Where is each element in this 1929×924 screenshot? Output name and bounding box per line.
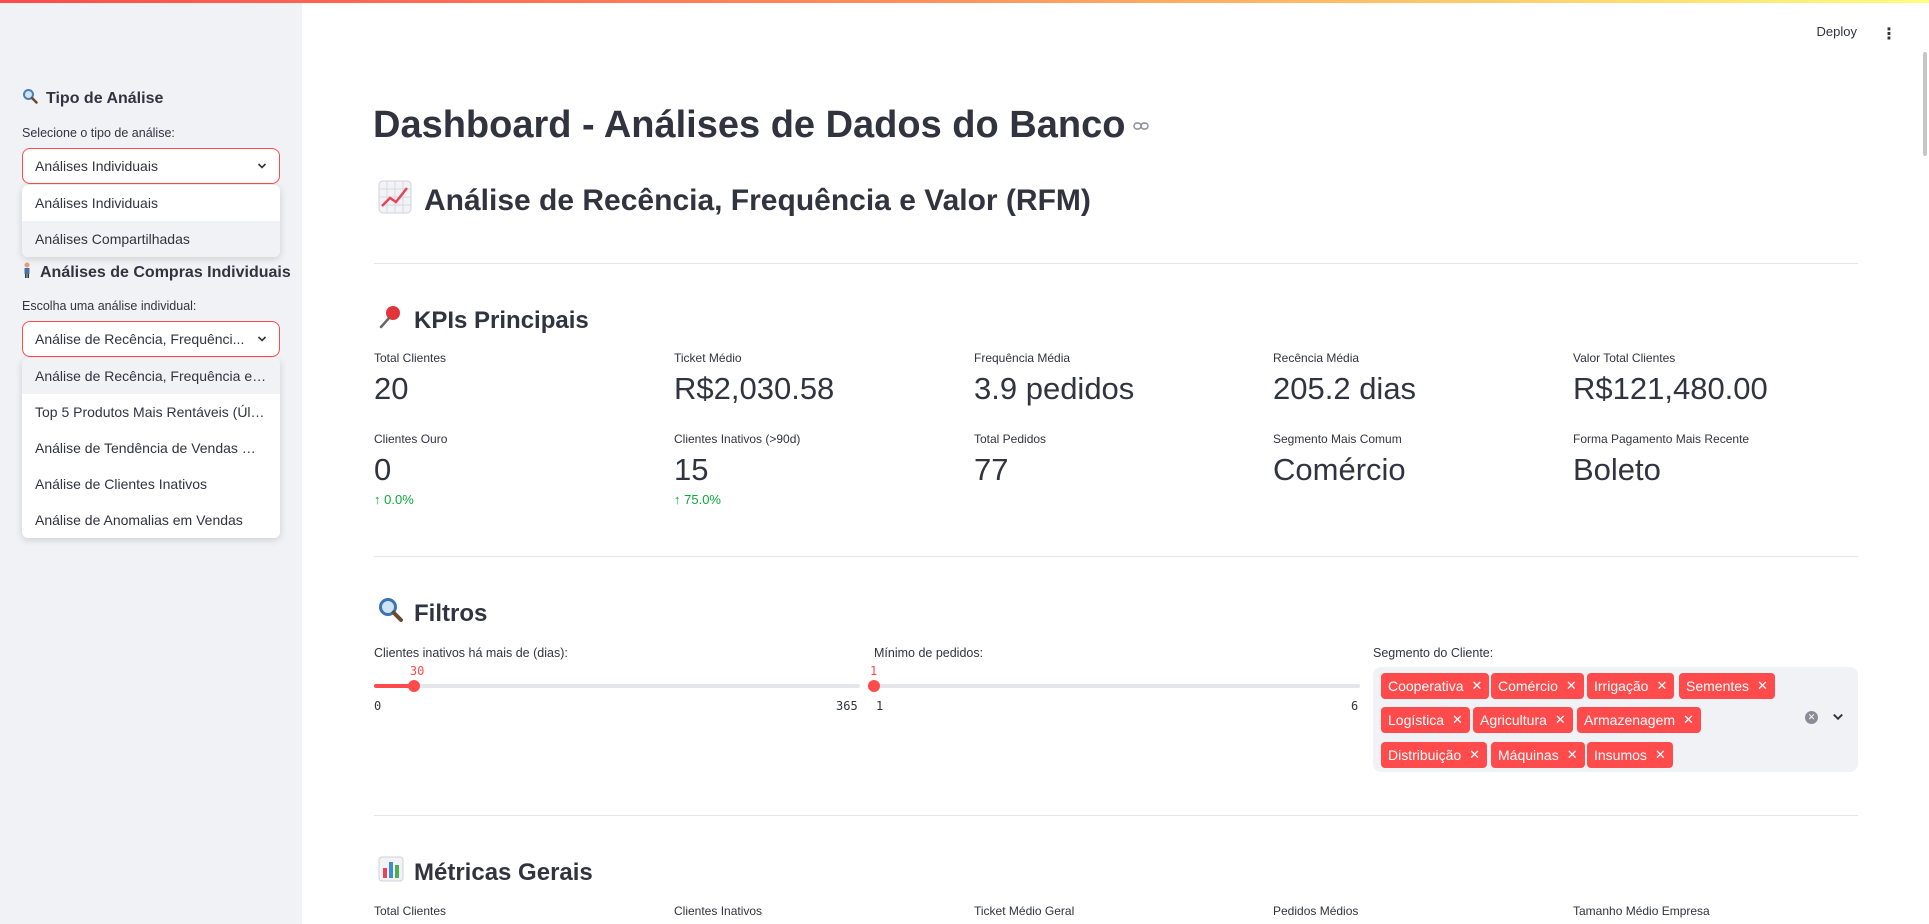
metrics-heading: Métricas Gerais	[378, 856, 593, 889]
arrow-up-icon: ↑	[374, 492, 381, 507]
individual-analysis-dropdown: Análise de Recência, Frequência e V... T…	[22, 358, 280, 538]
analysis-type-select[interactable]: Análises Individuais	[22, 148, 280, 184]
individual-analysis-label: Escolha uma análise individual:	[22, 299, 197, 313]
kpi-total-clientes: Total Clientes 20	[374, 351, 447, 406]
dropdown-option[interactable]: Análise de Clientes Inativos	[22, 466, 280, 502]
slider-min: 1	[876, 699, 884, 713]
segment-tag[interactable]: Sementes ✕	[1679, 673, 1775, 699]
close-icon[interactable]: ✕	[1757, 678, 1768, 694]
close-icon[interactable]: ✕	[1566, 678, 1577, 694]
close-icon[interactable]: ✕	[1655, 747, 1666, 763]
magnifier-icon	[378, 597, 404, 630]
pushpin-icon	[378, 304, 404, 337]
bar-chart-icon	[378, 856, 404, 889]
min-orders-slider-thumb[interactable]	[868, 680, 880, 692]
segment-tag[interactable]: Distribuição ✕	[1381, 742, 1488, 768]
divider	[374, 815, 1858, 816]
sidebar: Tipo de Análise Selecione o tipo de anál…	[0, 0, 302, 924]
deploy-button[interactable]: Deploy	[1817, 24, 1857, 39]
chevron-down-icon[interactable]	[1832, 711, 1844, 723]
kpi-total-pedidos: Total Pedidos 77	[974, 432, 1047, 487]
segment-tag[interactable]: Comércio ✕	[1491, 673, 1584, 699]
analysis-type-label: Selecione o tipo de análise:	[22, 126, 175, 140]
segment-tag[interactable]: Armazenagem ✕	[1577, 707, 1701, 733]
min-orders-slider-track[interactable]	[874, 684, 1360, 688]
close-icon[interactable]: ✕	[1472, 678, 1483, 694]
inactive-days-slider-thumb[interactable]	[407, 680, 420, 692]
segment-multiselect[interactable]: Cooperativa ✕ Comércio ✕ Irrigação ✕ Sement…	[1373, 667, 1858, 772]
dropdown-option[interactable]: Análise de Anomalias em Vendas	[22, 502, 280, 538]
analysis-type-heading: Tipo de Análise	[22, 88, 163, 109]
dropdown-option[interactable]: Análise de Tendência de Vendas Me...	[22, 430, 280, 466]
magnifier-icon	[22, 88, 38, 109]
individual-analysis-heading: Análises de Compras Individuais	[22, 262, 291, 283]
kpi-forma-pagamento: Forma Pagamento Mais Recente Boleto	[1573, 432, 1750, 487]
delta-up: ↑ 0.0%	[374, 492, 414, 507]
segment-tag[interactable]: Insumos ✕	[1587, 742, 1673, 768]
top-decoration-bar	[0, 0, 1929, 3]
arrow-up-icon: ↑	[674, 492, 681, 507]
segment-tag[interactable]: Logística ✕	[1381, 707, 1470, 733]
main-menu-icon[interactable]: ⋮	[1881, 24, 1897, 44]
close-icon[interactable]: ✕	[1469, 747, 1480, 763]
inactive-days-label: Clientes inativos há mais de (dias):	[374, 646, 568, 660]
slider-max: 6	[1351, 699, 1359, 713]
dropdown-option[interactable]: Análise de Recência, Frequência e V...	[22, 358, 280, 394]
segment-tag[interactable]: Irrigação ✕	[1587, 673, 1675, 699]
chart-increasing-icon	[378, 180, 412, 222]
metric-label: Total Clientes	[374, 904, 447, 918]
divider	[374, 263, 1858, 264]
individual-analysis-select[interactable]: Análise de Recência, Frequênci...	[22, 321, 280, 357]
clear-all-icon[interactable]: ✕	[1805, 711, 1818, 724]
slider-max: 365	[836, 699, 858, 713]
delta-up: ↑ 75.0%	[674, 492, 721, 507]
slider-min: 0	[374, 699, 382, 713]
person-icon	[22, 262, 32, 283]
metric-label: Clientes Inativos	[674, 904, 763, 918]
close-icon[interactable]: ✕	[1683, 712, 1694, 728]
min-orders-label: Mínimo de pedidos:	[874, 646, 984, 660]
segment-tag[interactable]: Agricultura ✕	[1473, 707, 1573, 733]
kpi-clientes-ouro: Clientes Ouro 0 ↑ 0.0%	[374, 432, 664, 507]
kpi-ticket-medio: Ticket Médio R$2,030.58	[674, 351, 835, 406]
metric-label: Pedidos Médios	[1273, 904, 1359, 918]
inactive-days-value: 30	[409, 664, 425, 678]
inactive-days-slider-track[interactable]	[374, 684, 860, 688]
dropdown-option[interactable]: Análises Individuais	[22, 185, 280, 221]
segment-label: Segmento do Cliente:	[1373, 646, 1494, 660]
close-icon[interactable]: ✕	[1452, 712, 1463, 728]
metric-label: Ticket Médio Geral	[974, 904, 1075, 918]
close-icon[interactable]: ✕	[1555, 712, 1566, 728]
rfm-heading: Análise de Recência, Frequência e Valor …	[378, 180, 1091, 222]
metric-label: Tamanho Médio Empresa	[1573, 904, 1710, 918]
kpi-frequencia-media: Frequência Média 3.9 pedidos	[974, 351, 1135, 406]
kpi-recencia-media: Recência Média 205.2 dias	[1273, 351, 1417, 406]
page-title: Dashboard - Análises de Dados do Banco	[373, 104, 1150, 147]
close-icon[interactable]: ✕	[1567, 747, 1578, 763]
dropdown-option[interactable]: Top 5 Produtos Mais Rentáveis (Últi...	[22, 394, 280, 430]
kpi-clientes-inativos: Clientes Inativos (>90d) 15 ↑ 75.0%	[674, 432, 964, 507]
analysis-type-dropdown: Análises Individuais Análises Compartilh…	[22, 185, 280, 257]
link-icon[interactable]	[1133, 115, 1150, 136]
kpi-segmento-comum: Segmento Mais Comum Comércio	[1273, 432, 1406, 487]
segment-tag[interactable]: Máquinas ✕	[1491, 742, 1585, 768]
dropdown-option[interactable]: Análises Compartilhadas	[22, 221, 280, 257]
divider	[374, 556, 1858, 557]
kpi-heading: KPIs Principais	[378, 304, 589, 337]
min-orders-value: 1	[870, 664, 878, 678]
chevron-down-icon	[257, 336, 267, 342]
kpi-valor-total: Valor Total Clientes R$121,480.00	[1573, 351, 1768, 406]
scrollbar[interactable]	[1923, 52, 1927, 156]
chevron-down-icon	[257, 163, 267, 169]
close-icon[interactable]: ✕	[1656, 678, 1667, 694]
segment-tag[interactable]: Cooperativa ✕	[1381, 673, 1490, 699]
filters-heading: Filtros	[378, 597, 487, 630]
